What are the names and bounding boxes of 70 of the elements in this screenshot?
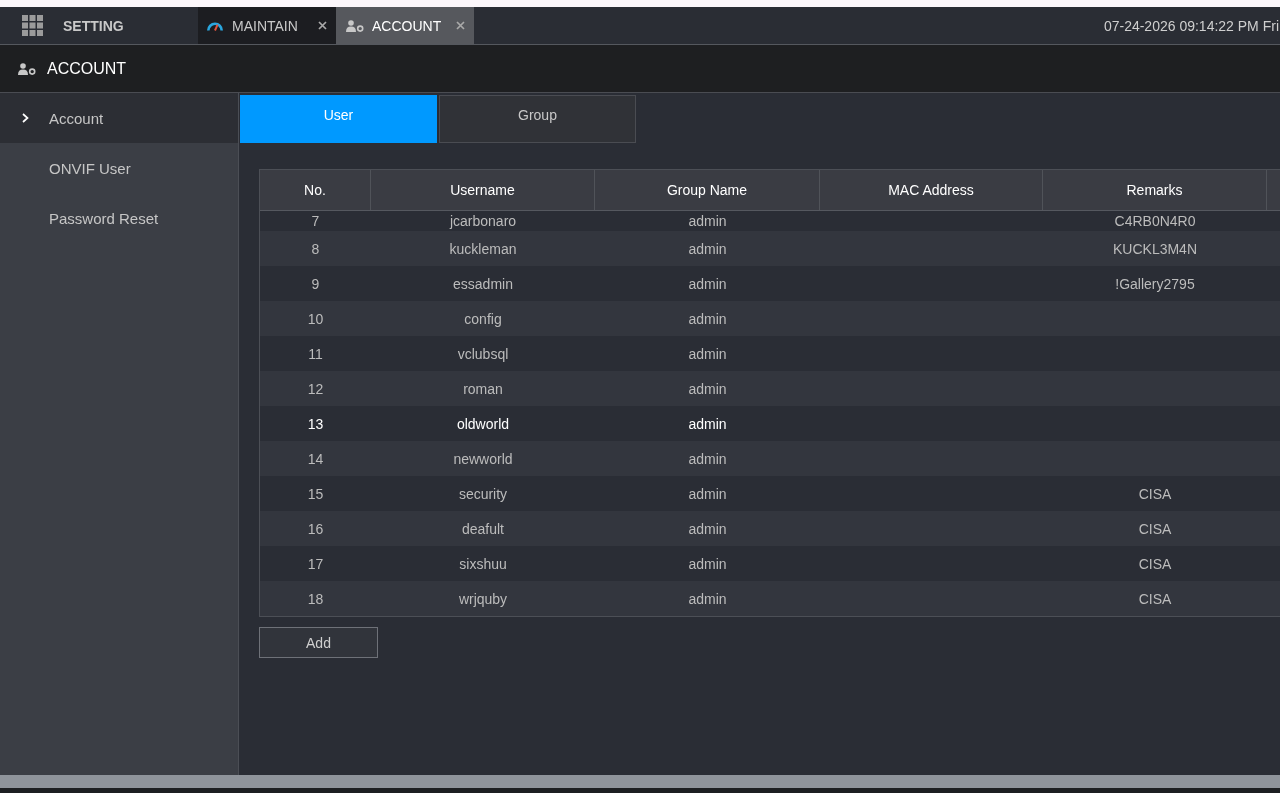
column-header[interactable]: Username [371,170,595,210]
table-cell-text: KUCKL3M4N [1112,239,1198,259]
table-cell-text: admin [687,414,728,434]
table-cell-text: 10 [306,309,325,329]
table-cell-text: CISA [1137,554,1173,574]
add-button[interactable]: Add [259,627,378,658]
table-row[interactable]: 18 wrjquby admin CISA [260,581,1280,616]
scrollbar[interactable] [0,775,1280,788]
user-icon [18,62,36,75]
column-header[interactable]: Remarks [1043,170,1267,210]
table-cell-text: admin [687,589,728,609]
table-cell-text: newworld [452,449,514,469]
table-cell-text: 18 [306,589,325,609]
table-cell-text: 9 [310,274,321,294]
table-row[interactable]: 8 kuckleman admin KUCKL3M4N [260,231,1280,266]
page-title: ACCOUNT [47,59,127,78]
close-icon[interactable] [318,21,327,30]
table-cell-text: vclubsql [456,344,510,364]
tab[interactable]: Group [439,95,636,143]
table-cell-text: roman [462,379,504,399]
table-cell-text: 15 [306,484,325,504]
table-cell-text: CISA [1137,519,1173,539]
table-cell-text: 14 [306,449,325,469]
table-cell-text: admin [687,212,728,231]
table-cell-text: essadmin [452,274,514,294]
table-cell-text: admin [687,344,728,364]
column-header[interactable]: No. [260,170,371,210]
table-cell-text: CISA [1137,484,1173,504]
table-cell-text: C4RB0N4R0 [1113,212,1197,231]
table-cell-text: config [463,309,503,329]
table-cell-text: sixshuu [458,554,508,574]
table-cell-text: 12 [306,379,325,399]
table-cell-text: jcarbonaro [448,212,518,231]
gauge-icon [207,20,223,31]
table-cell-text: admin [687,309,728,329]
tab[interactable]: MAINTAIN [198,7,336,44]
sidebar-item[interactable]: ONVIF User [0,143,238,193]
table-cell-text: admin [687,449,728,469]
table-row[interactable]: 12 roman admin [260,371,1280,406]
table-cell-text: 8 [310,239,321,259]
table-cell-text: admin [687,554,728,574]
user-icon [346,19,364,32]
table-cell-text: oldworld [455,414,511,434]
table-cell-text: CISA [1137,589,1173,609]
table-cell-text: admin [687,484,728,504]
table-row[interactable]: 14 newworld admin [260,441,1280,476]
table-cell-text: 16 [306,519,325,539]
table-cell-text: 13 [306,414,325,434]
column-header[interactable]: Group Name [595,170,820,210]
column-header[interactable]: MAC Address [820,170,1043,210]
table-cell-text: admin [687,519,728,539]
table-cell-text: 17 [306,554,325,574]
table-cell-text: !Gallery2795 [1114,274,1196,294]
table-cell-text: 11 [307,344,324,364]
table-row[interactable]: 10 config admin [260,301,1280,336]
table-cell-text: kuckleman [448,239,518,259]
sidebar-item[interactable]: Password Reset [0,193,238,243]
tab[interactable]: ACCOUNT [336,7,474,44]
table-cell-text: 7 [310,212,321,231]
grid-icon [22,15,43,36]
table-cell-text: admin [687,274,728,294]
table-cell-text: security [457,484,509,504]
table-cell-text: admin [687,239,728,259]
date-time: 07-24-2026 09:14:22 PM Fri [1103,17,1280,34]
sidebar-item[interactable]: Account [0,93,238,143]
table-cell-text: deafult [460,519,505,539]
chevron-icon [22,113,29,123]
table-row[interactable]: 16 deafult admin CISA [260,511,1280,546]
table-cell-text: wrjquby [457,589,509,609]
table-cell-text: admin [687,379,728,399]
